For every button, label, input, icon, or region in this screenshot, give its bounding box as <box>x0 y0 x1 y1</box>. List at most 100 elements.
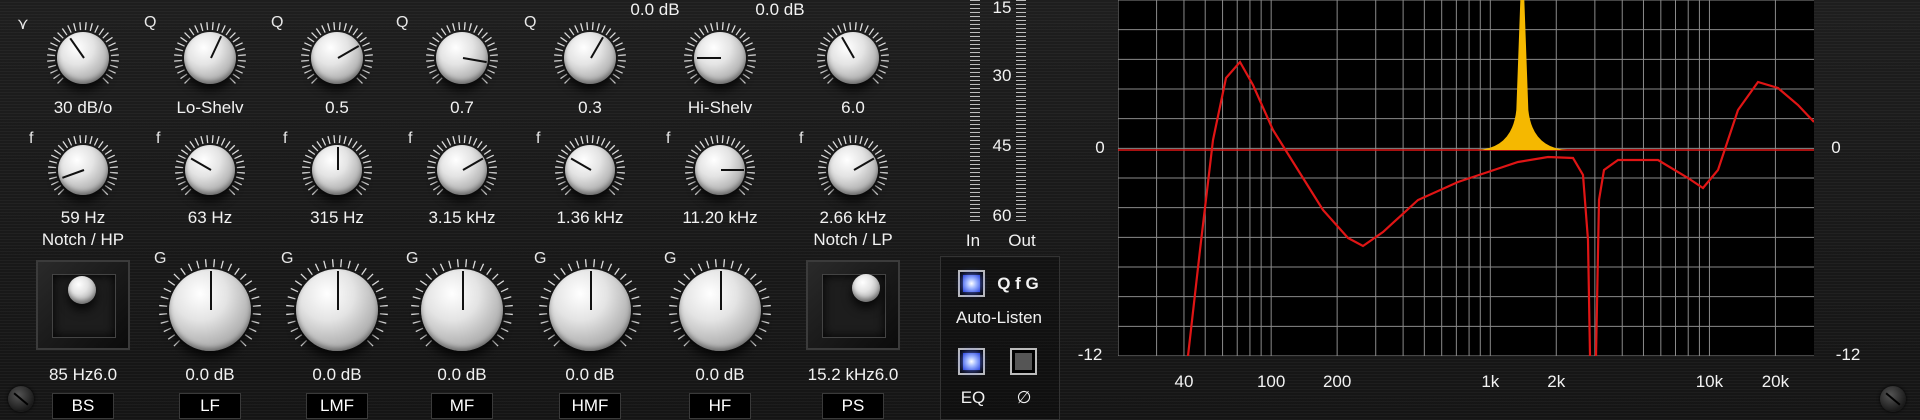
hmf-gain-value: 0.0 dB <box>565 365 615 384</box>
lf-freq-knob[interactable] <box>185 145 235 195</box>
lmf-gain-knob[interactable] <box>296 269 378 351</box>
eq-button[interactable] <box>958 348 985 375</box>
ps-joystick-handle[interactable] <box>852 274 880 302</box>
meter-scale-45: 45 <box>992 136 1012 155</box>
freq-label: 200 <box>1322 372 1352 391</box>
band-label-lf[interactable]: LF <box>179 393 241 419</box>
bs-joystick-handle[interactable] <box>68 276 96 304</box>
hf-freq-knob[interactable] <box>695 145 745 195</box>
lmf-gain-value: 0.0 dB <box>312 365 362 384</box>
eq-curve-svg <box>1117 0 1815 357</box>
frequency-icon: f <box>156 130 161 147</box>
gain-icon: G <box>534 250 547 267</box>
q-icon: Q <box>144 14 157 31</box>
meter-out-label: Out <box>1008 231 1036 250</box>
hmf-q-knob[interactable] <box>564 32 616 84</box>
hf-type-value: Hi-Shelv <box>687 98 753 117</box>
hmf-gain-knob[interactable] <box>549 269 631 351</box>
hmf-freq-value: 1.36 kHz <box>556 208 624 227</box>
hf-gain-value: 0.0 dB <box>695 365 745 384</box>
graph-right-zero: 0 <box>1831 138 1841 157</box>
frequency-icon: f <box>536 130 541 147</box>
meter-scale-15: 15 <box>992 0 1012 17</box>
mf-gain-knob[interactable] <box>421 269 503 351</box>
gain-icon: G <box>406 250 419 267</box>
screw-left <box>8 386 34 412</box>
bs-slope-value: 30 dB/o <box>53 98 113 117</box>
lf-gain-knob[interactable] <box>169 269 251 351</box>
lmf-q-knob[interactable] <box>311 32 363 84</box>
bs-freq-value: 59 Hz <box>60 208 106 227</box>
band-label-hf[interactable]: HF <box>689 393 751 419</box>
lmf-q-value: 0.5 <box>325 98 349 117</box>
graph-left-min: -12 <box>1077 345 1103 364</box>
band-label-hmf[interactable]: HMF <box>559 393 621 419</box>
ps-joystick[interactable] <box>806 260 900 350</box>
band-label-ps[interactable]: PS <box>822 393 884 419</box>
meter-scale-60: 60 <box>992 206 1012 225</box>
hmf-freq-knob[interactable] <box>565 145 615 195</box>
graph-right-min: -12 <box>1835 345 1861 364</box>
mf-freq-knob[interactable] <box>437 145 487 195</box>
bs-freq-knob[interactable] <box>58 145 108 195</box>
eq-curve-display[interactable] <box>1117 0 1815 357</box>
ps-slope-knob[interactable] <box>827 32 879 84</box>
top-readout-right: 0.0 dB <box>755 0 805 19</box>
freq-label: 100 <box>1256 372 1286 391</box>
freq-label: 40 <box>1174 372 1194 391</box>
band-label-lmf[interactable]: LMF <box>306 393 368 419</box>
meter-out <box>1016 0 1026 222</box>
ps-freq-mode: Notch / LP <box>813 230 893 249</box>
ps-freq-knob[interactable] <box>828 145 878 195</box>
frequency-icon: f <box>799 130 804 147</box>
q-icon: Q <box>524 14 537 31</box>
graph-left-zero: 0 <box>1095 138 1105 157</box>
freq-label: 2k <box>1547 372 1566 391</box>
hf-freq-value: 11.20 kHz <box>682 208 758 227</box>
qfg-label: Q f G <box>997 274 1039 293</box>
lmf-freq-knob[interactable] <box>312 145 362 195</box>
lf-type-knob[interactable] <box>184 32 236 84</box>
band-label-bs[interactable]: BS <box>52 393 114 419</box>
hmf-q-value: 0.3 <box>578 98 602 117</box>
phase-button[interactable] <box>1010 348 1037 375</box>
lmf-freq-value: 315 Hz <box>310 208 364 227</box>
q-icon: ⋎ <box>17 16 29 33</box>
mf-q-knob[interactable] <box>436 32 488 84</box>
ps-freq-value: 2.66 kHz <box>819 208 887 227</box>
ps-value: 15.2 kHz6.0 <box>807 365 899 384</box>
mf-q-value: 0.7 <box>450 98 474 117</box>
mf-gain-value: 0.0 dB <box>437 365 487 384</box>
gain-icon: G <box>281 250 294 267</box>
bs-freq-mode: Notch / HP <box>41 230 125 249</box>
bs-joystick[interactable] <box>36 260 130 350</box>
freq-label: 20k <box>1761 372 1790 391</box>
screw-right <box>1880 386 1906 412</box>
eq-label: EQ <box>960 388 986 407</box>
hf-gain-knob[interactable] <box>679 269 761 351</box>
lf-gain-value: 0.0 dB <box>185 365 235 384</box>
freq-label: 1k <box>1481 372 1500 391</box>
phase-label: ∅ <box>1016 388 1032 407</box>
mf-freq-value: 3.15 kHz <box>428 208 496 227</box>
gain-icon: G <box>664 250 677 267</box>
meter-in-label: In <box>965 231 981 250</box>
hf-type-knob[interactable] <box>694 32 746 84</box>
qfg-button[interactable] <box>958 270 985 297</box>
frequency-icon: f <box>408 130 413 147</box>
bs-slope-knob[interactable] <box>57 32 109 84</box>
meter-scale-30: 30 <box>992 66 1012 85</box>
q-icon: Q <box>396 14 409 31</box>
ps-slope-value: 6.0 <box>841 98 865 117</box>
band-label-mf[interactable]: MF <box>431 393 493 419</box>
frequency-icon: f <box>666 130 671 147</box>
bs-value: 85 Hz6.0 <box>48 365 118 384</box>
gain-icon: G <box>154 250 167 267</box>
meter-in <box>970 0 980 222</box>
eq-plugin-window: 0.0 dB 0.0 dB 30 dB/o ⋎ Lo-Shelv Q 0.5 Q 0.7 Q 0… <box>0 0 1920 420</box>
lf-freq-value: 63 Hz <box>187 208 233 227</box>
auto-listen-label: Auto-Listen <box>956 308 1042 327</box>
q-icon: Q <box>271 14 284 31</box>
freq-label: 10k <box>1695 372 1724 391</box>
frequency-icon: f <box>283 130 288 147</box>
